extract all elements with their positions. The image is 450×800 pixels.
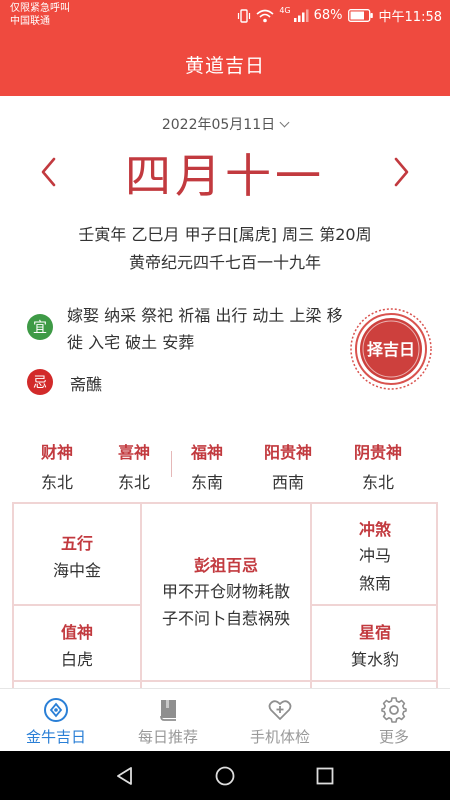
network-type-label: 4G: [279, 6, 291, 15]
lunar-day: 四月十一: [125, 149, 325, 203]
god-xi: 喜神 东北: [99, 439, 169, 493]
system-nav-bar: [0, 751, 450, 800]
gear-icon: [381, 697, 407, 723]
nav-tab-daily[interactable]: 每日推荐: [112, 689, 224, 752]
god-fu: 福神 东南: [172, 439, 242, 493]
chevron-down-icon: [279, 117, 290, 128]
grid-divider: [14, 604, 140, 606]
god-direction: 东南: [190, 473, 223, 492]
grid-divider: [312, 680, 438, 682]
battery-percent: 68%: [313, 8, 343, 23]
xingsu-title: 星宿: [358, 623, 391, 642]
wuxing-value: 海中金: [52, 561, 101, 580]
grid-divider: [142, 680, 310, 682]
god-name: 喜神: [117, 443, 150, 462]
god-yanggui: 阳贵神 西南: [253, 439, 323, 493]
book-icon: [160, 700, 176, 721]
chongsha-line2: 煞南: [358, 574, 391, 593]
carrier-info: 仅限紧急呼叫 中国联通: [10, 2, 70, 28]
zhishen-title: 值神: [60, 623, 93, 642]
status-bar: 仅限紧急呼叫 中国联通 4G 68% 中午11:58: [0, 0, 450, 32]
gods-directions: 财神 东北 喜神 东北 福神 东南 阳贵神 西南 阴贵神 东北: [0, 439, 450, 492]
god-name: 阳贵神: [263, 443, 312, 462]
home-icon[interactable]: [214, 765, 236, 787]
signal-icon: [293, 9, 309, 22]
god-direction: 东北: [117, 473, 150, 492]
choose-lucky-day-stamp[interactable]: 择吉日: [348, 306, 434, 392]
screen: 仅限紧急呼叫 中国联通 4G 68% 中午11:58 黄道吉日 2022年05月…: [0, 0, 450, 800]
ganzhi-line: 壬寅年 乙巳月 甲子日[属虎] 周三 第20周: [78, 225, 372, 244]
bottom-nav: 金牛吉日 每日推荐 手机体检 更多: [0, 688, 450, 751]
nav-label: 手机体检: [249, 728, 310, 746]
yi-badge: 宜: [27, 314, 53, 340]
chevron-right-icon[interactable]: [386, 152, 416, 192]
status-icons: 4G 68% 中午11:58: [237, 6, 442, 25]
stamp-text: 择吉日: [367, 340, 415, 359]
god-name: 阴贵神: [353, 443, 402, 462]
page-title: 黄道吉日: [184, 54, 265, 77]
almanac-grid: 五行 海中金 值神 白虎 彭祖百忌 甲不开仓财物耗散 子不问卜自惹祸殃 冲煞 冲…: [12, 502, 438, 694]
nav-label: 每日推荐: [137, 728, 198, 746]
nav-tab-jinniu[interactable]: 金牛吉日: [0, 689, 112, 752]
clock: 中午11:58: [378, 10, 442, 25]
god-name: 福神: [190, 443, 223, 462]
god-yingui: 阴贵神 东北: [343, 439, 413, 493]
nav-label: 金牛吉日: [25, 728, 86, 746]
ji-badge: 忌: [27, 369, 53, 395]
pengzu-title: 彭祖百忌: [193, 556, 258, 575]
chongsha-line1: 冲马: [358, 546, 391, 565]
zhishen-value: 白虎: [60, 650, 93, 669]
chongsha-title: 冲煞: [358, 520, 391, 539]
recents-icon[interactable]: [314, 765, 336, 787]
god-name: 财神: [40, 443, 73, 462]
carrier-emergency-text: 仅限紧急呼叫: [10, 3, 70, 14]
heart-plus-icon: [268, 700, 292, 720]
god-direction: 西南: [271, 473, 304, 492]
vibrate-icon: [238, 8, 251, 23]
pengzu-line2: 子不问卜自惹祸殃: [161, 609, 290, 628]
nav-tab-checkup[interactable]: 手机体检: [224, 689, 336, 752]
ji-activities: 斋醮: [70, 375, 103, 394]
pengzu-line1: 甲不开仓财物耗散: [161, 582, 290, 601]
xingsu-value: 箕水豹: [350, 650, 399, 669]
title-bar: 黄道吉日: [0, 32, 450, 96]
carrier-name: 中国联通: [10, 16, 50, 27]
battery-icon: [347, 9, 373, 22]
stamp-seal-icon: 择吉日: [350, 308, 432, 390]
huangdi-era: 黄帝纪元四千七百一十九年: [128, 253, 321, 272]
yi-activities: 嫁娶 纳采 祭祀 祈福 出行 动土 上梁 移徙 入宅 破土 安葬: [67, 306, 343, 352]
wuxing-title: 五行: [60, 534, 93, 553]
compass-icon: [44, 698, 68, 722]
wifi-icon: [256, 9, 274, 22]
selected-date: 2022年05月11日: [161, 117, 276, 133]
god-direction: 东北: [361, 473, 394, 492]
god-direction: 东北: [40, 473, 73, 492]
god-cai: 财神 东北: [22, 439, 92, 493]
nav-label: 更多: [378, 728, 409, 746]
nav-tab-more[interactable]: 更多: [338, 689, 450, 752]
grid-divider: [312, 604, 438, 606]
back-icon[interactable]: [114, 765, 136, 787]
date-picker[interactable]: 2022年05月11日: [0, 114, 450, 134]
grid-divider: [14, 680, 140, 682]
